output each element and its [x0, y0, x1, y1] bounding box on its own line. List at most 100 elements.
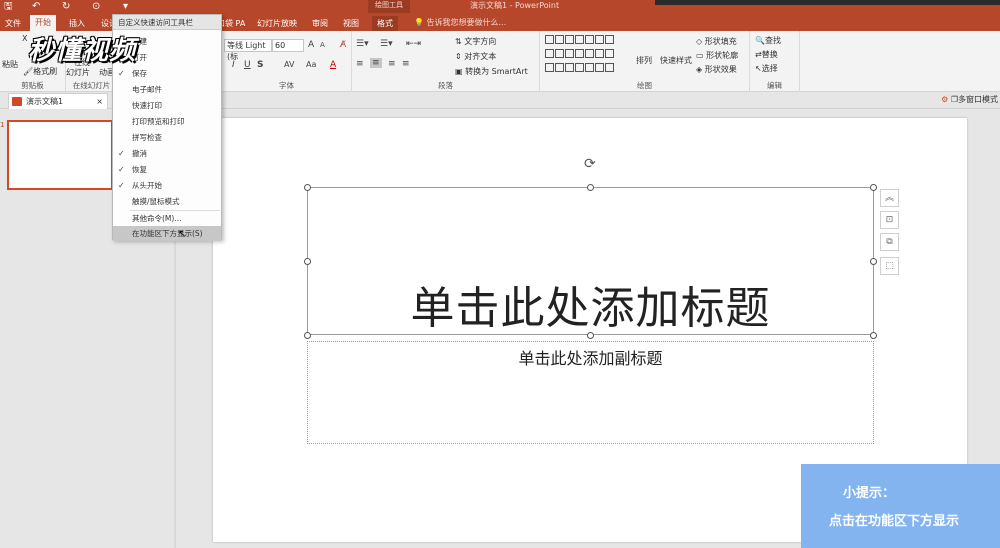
- tab-file[interactable]: 文件: [0, 16, 26, 31]
- menu-item-label: 拼写检查: [132, 133, 162, 142]
- resize-handle[interactable]: [587, 332, 594, 339]
- menu-item-from-beginning[interactable]: ✓ 从头开始: [113, 178, 221, 193]
- smartart-button[interactable]: ▣ 转换为 SmartArt: [455, 66, 528, 77]
- align-center-icon[interactable]: ≡: [370, 58, 382, 68]
- align-left-icon[interactable]: ≡: [356, 59, 364, 69]
- shrink-font-button[interactable]: A: [320, 41, 325, 49]
- resize-handle[interactable]: [587, 184, 594, 191]
- tab-insert[interactable]: 插入: [64, 16, 90, 31]
- multiwindow-button[interactable]: ⚙ ❐多窗口模式: [941, 94, 998, 105]
- save-icon[interactable]: 🖫: [4, 0, 13, 13]
- window-icon: ❐: [950, 95, 958, 104]
- group-label-editing: 编辑: [767, 81, 782, 90]
- clear-format-icon[interactable]: A̸: [340, 40, 346, 50]
- shape-effects-label: 形状效果: [704, 65, 737, 74]
- resize-handle[interactable]: [304, 332, 311, 339]
- resize-handle[interactable]: [304, 184, 311, 191]
- tab-home[interactable]: 开始: [30, 15, 56, 31]
- tip-box: 小提示： 点击在功能区下方显示: [801, 464, 1000, 548]
- check-icon: ✓: [118, 149, 125, 158]
- menu-item-label: 在功能区下方显示(S): [132, 229, 203, 238]
- menu-item-label: 快速打印: [132, 101, 162, 110]
- cut-button[interactable]: X: [22, 34, 27, 43]
- subtitle-placeholder-text[interactable]: 单击此处添加副标题: [307, 345, 874, 369]
- redo-icon[interactable]: ↻: [62, 0, 70, 13]
- menu-item-print-preview[interactable]: 打印预览和打印: [113, 114, 221, 129]
- font-color-button[interactable]: A: [330, 60, 336, 70]
- menu-item-redo[interactable]: ✓ 恢复: [113, 162, 221, 177]
- align-text-button[interactable]: ⇕ 对齐文本: [455, 51, 496, 62]
- shadow-button[interactable]: S: [257, 60, 263, 70]
- align-right-icon[interactable]: ≡: [388, 59, 396, 69]
- change-case-button[interactable]: Aa: [306, 60, 316, 69]
- underline-button[interactable]: U: [244, 60, 251, 70]
- shapes-gallery[interactable]: [545, 35, 625, 75]
- menu-item-label: 打印预览和打印: [132, 117, 185, 126]
- format-painter-label: 格式刷: [33, 67, 58, 76]
- paste-button[interactable]: 粘贴: [2, 59, 18, 70]
- replace-button[interactable]: ⇄替换: [755, 49, 778, 60]
- tab-slideshow[interactable]: 幻灯片放映: [252, 16, 302, 31]
- menu-item-undo[interactable]: ✓ 撤消: [113, 146, 221, 161]
- menu-item-label: 撤消: [132, 149, 147, 158]
- group-drawing: 排列 快速样式 ◇ 形状填充 ▭ 形状轮廓 ◈ 形状效果 绘图: [540, 31, 750, 92]
- bullets-icon[interactable]: ☰▾: [356, 39, 369, 49]
- font-name-select[interactable]: 等线 Light (标: [224, 39, 272, 61]
- copy-format-icon[interactable]: ⧉: [880, 233, 899, 251]
- shape-fill-label: 形状填充: [704, 37, 737, 46]
- fill-icon: ◇: [696, 37, 705, 46]
- resize-handle[interactable]: [304, 258, 311, 265]
- brush-icon: 🖌: [23, 67, 34, 76]
- find-button[interactable]: 🔍查找: [755, 35, 781, 46]
- collapse-up-icon[interactable]: ︽: [880, 189, 899, 207]
- menu-item-label: 从头开始: [132, 181, 162, 190]
- start-icon[interactable]: ⊙: [92, 0, 100, 13]
- layout-options-icon[interactable]: ⊡: [880, 211, 899, 229]
- italic-button[interactable]: I: [232, 60, 235, 70]
- indent-icon[interactable]: ⇤⇥: [406, 39, 421, 49]
- tell-me-search[interactable]: 💡 告诉我您想要做什么...: [414, 16, 506, 30]
- tip-title: 小提示：: [843, 486, 896, 501]
- menu-item-spelling[interactable]: 拼写检查: [113, 130, 221, 145]
- quick-styles-button[interactable]: 快速样式: [660, 55, 692, 66]
- font-size-select[interactable]: 60: [272, 39, 304, 52]
- qat-dropdown-icon[interactable]: ▾: [123, 0, 128, 13]
- shape-outline-button[interactable]: ▭ 形状轮廓: [696, 50, 738, 61]
- tab-review[interactable]: 审阅: [307, 16, 333, 31]
- lightbulb-icon: 💡: [414, 18, 427, 27]
- menu-item-save[interactable]: ✓ 保存: [113, 66, 221, 81]
- select-button[interactable]: ↖选择: [755, 63, 778, 74]
- tab-format[interactable]: 格式: [372, 16, 398, 31]
- shape-style-icon[interactable]: ⬚: [880, 257, 899, 275]
- arrange-button[interactable]: 排列: [636, 55, 652, 66]
- rotate-handle-icon[interactable]: ⟳: [584, 156, 596, 172]
- menu-item-show-below-ribbon[interactable]: 在功能区下方显示(S): [113, 226, 221, 241]
- menu-item-touch-mode[interactable]: 触摸/鼠标模式: [113, 194, 221, 209]
- numbering-icon[interactable]: ☰▾: [380, 39, 393, 49]
- text-direction-button[interactable]: ⇅ 文字方向: [455, 36, 496, 47]
- menu-item-quick-print[interactable]: 快速打印: [113, 98, 221, 113]
- menu-item-more-commands[interactable]: 其他命令(M)...: [113, 211, 221, 226]
- slide-thumbnail[interactable]: [7, 120, 113, 190]
- menu-item-email[interactable]: 电子邮件: [113, 82, 221, 97]
- tab-view[interactable]: 视图: [338, 16, 364, 31]
- smartart-label: 转换为 SmartArt: [465, 67, 528, 76]
- text-direction-icon: ⇅: [455, 37, 465, 46]
- title-placeholder-text[interactable]: 单击此处添加标题: [307, 272, 874, 336]
- format-painter-button[interactable]: 🖌格式刷: [23, 66, 57, 77]
- resize-handle[interactable]: [870, 258, 877, 265]
- document-tab[interactable]: 演示文稿1 ×: [8, 93, 108, 109]
- resize-handle[interactable]: [870, 184, 877, 191]
- justify-icon[interactable]: ≡: [402, 59, 410, 69]
- undo-icon[interactable]: ↶: [32, 0, 40, 13]
- resize-handle[interactable]: [870, 332, 877, 339]
- tell-me-text: 告诉我您想要做什么...: [426, 18, 507, 27]
- char-spacing-button[interactable]: AV: [284, 60, 294, 69]
- search-icon: 🔍: [755, 36, 765, 45]
- shape-fill-button[interactable]: ◇ 形状填充: [696, 36, 737, 47]
- group-label-drawing: 绘图: [637, 81, 652, 90]
- online-slides-button-line2[interactable]: 幻灯片: [66, 67, 90, 78]
- grow-font-button[interactable]: A: [308, 40, 314, 50]
- shape-effects-button[interactable]: ◈ 形状效果: [696, 64, 737, 75]
- close-icon[interactable]: ×: [96, 94, 103, 109]
